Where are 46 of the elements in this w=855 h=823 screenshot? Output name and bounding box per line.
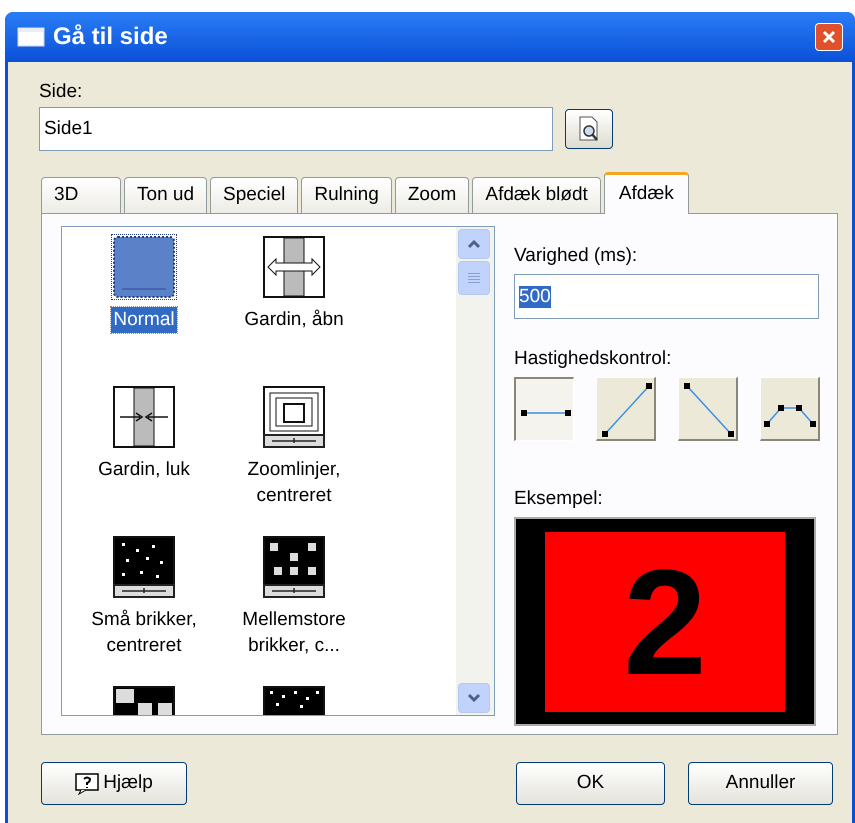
tab[interactable]: Rulning xyxy=(301,177,392,213)
field-label: Hastighedskontrol: xyxy=(514,347,672,369)
duration-field[interactable]: 500 xyxy=(514,274,819,319)
curve-icon xyxy=(764,405,816,427)
effect-label[interactable]: Små brikker, centreret xyxy=(69,607,219,659)
tab[interactable]: Afdæk blødt xyxy=(472,177,601,213)
help-icon xyxy=(75,772,100,794)
field-label: Varighed (ms): xyxy=(514,244,638,266)
help-button[interactable]: Hjælp xyxy=(41,762,187,805)
effect-label[interactable]: Gardin, luk xyxy=(96,457,192,483)
square-icon[interactable] xyxy=(112,235,176,299)
effect-label[interactable]: Mellemstore brikker, c... xyxy=(219,607,369,659)
nested-squares-icon[interactable] xyxy=(262,385,326,449)
curve-icon xyxy=(602,383,652,437)
scroll-up-button[interactable] xyxy=(458,229,490,259)
scroll-thumb[interactable] xyxy=(458,261,490,295)
cancel-button[interactable]: Annuller xyxy=(688,762,833,805)
chevron-up-icon xyxy=(467,239,481,249)
close-icon xyxy=(821,29,837,45)
slide-number: 2 xyxy=(623,546,707,696)
window-icon xyxy=(17,27,45,47)
tiles-icon[interactable] xyxy=(262,535,326,599)
browse-button[interactable] xyxy=(565,109,613,149)
tab[interactable]: Speciel xyxy=(210,177,298,213)
close-button[interactable] xyxy=(815,23,843,51)
scrollbar[interactable] xyxy=(456,227,494,715)
effect-label[interactable]: Gardin, åbn xyxy=(242,307,346,333)
window-title: Gå til side xyxy=(53,22,168,52)
curtain-icon[interactable] xyxy=(262,235,326,299)
effect-label[interactable]: Normal xyxy=(111,307,177,333)
magnifier-page-icon xyxy=(577,115,601,143)
ok-button[interactable]: OK xyxy=(516,762,665,805)
tab[interactable]: Ton ud xyxy=(124,177,208,213)
field-label: Side: xyxy=(39,80,84,104)
tab[interactable]: 3D xyxy=(41,177,121,213)
tab[interactable]: Afdæk xyxy=(604,172,689,214)
chevron-down-icon xyxy=(467,693,481,703)
field-label: Eksempel: xyxy=(514,487,604,509)
scroll-down-button[interactable] xyxy=(458,683,490,713)
effect-label[interactable]: Zoomlinjer, centreret xyxy=(219,457,369,509)
curve-icon xyxy=(521,410,571,416)
curtain-icon[interactable] xyxy=(112,385,176,449)
curve-icon xyxy=(684,383,734,437)
tiles-icon[interactable] xyxy=(112,535,176,599)
page-field[interactable]: Side1 xyxy=(39,107,553,151)
tab[interactable]: Zoom xyxy=(394,177,470,213)
